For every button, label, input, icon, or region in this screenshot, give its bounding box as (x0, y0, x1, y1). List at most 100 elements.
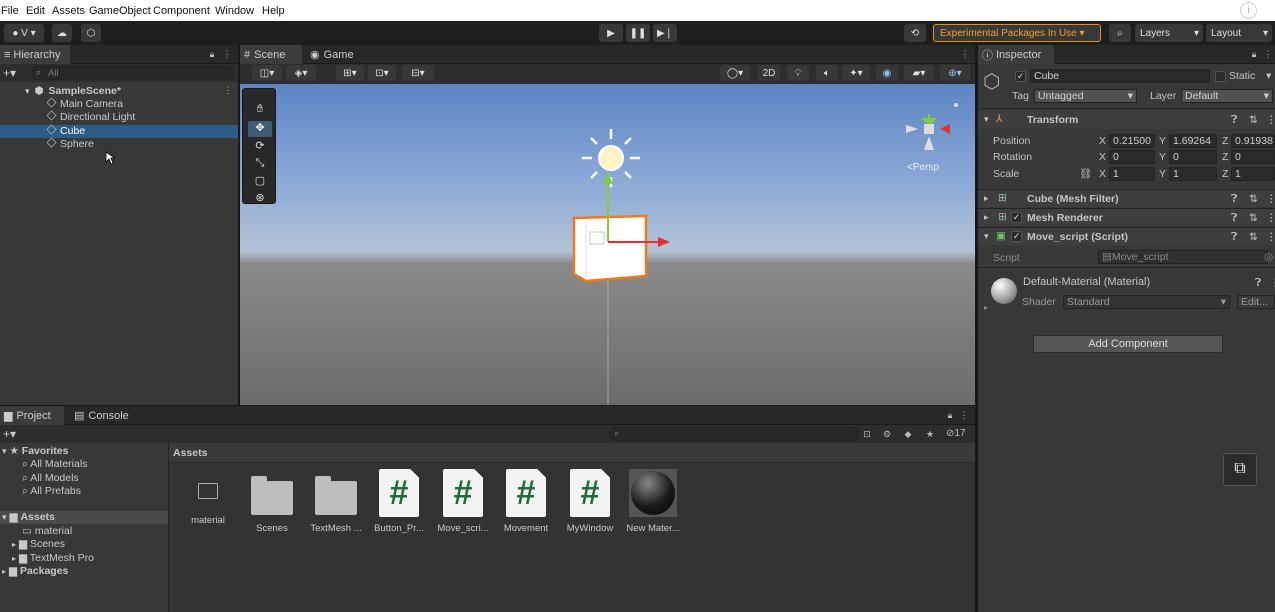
filter-label-icon[interactable]: ◆ (903, 429, 913, 439)
menu-component[interactable]: Component (153, 5, 210, 17)
filter-type-icon[interactable]: ⚙︎ (882, 429, 892, 439)
pause-button[interactable]: ❚❚ (626, 24, 650, 42)
hierarchy-item-main-camera[interactable]: Main Camera (0, 97, 238, 111)
tab-game[interactable]: ◉ Game (306, 45, 366, 64)
menu-help[interactable]: Help (262, 5, 285, 17)
experimental-packages-button[interactable]: Experimental Packages In Use ▾ (933, 24, 1101, 42)
scene-row[interactable]: ▾ ⬢ SampleScene* (0, 85, 238, 98)
component-more-icon[interactable]: ⋮ (1266, 212, 1275, 224)
menu-window[interactable]: Window (215, 5, 254, 17)
preset-icon[interactable]: ⇅ (1249, 114, 1258, 126)
static-checkbox[interactable] (1215, 71, 1226, 82)
hand-tool-icon[interactable]: ✋︎ (248, 103, 272, 119)
help-icon[interactable]: ❓︎ (1231, 114, 1237, 127)
component-more-icon[interactable]: ⋮ (1266, 114, 1275, 126)
more-icon[interactable]: ⋮ (960, 49, 970, 59)
menu-file[interactable]: File (1, 5, 19, 17)
lock-icon[interactable]: 🔒︎ (1249, 49, 1259, 59)
scale-y-field[interactable]: 1 (1169, 167, 1217, 181)
hidden-packages-count[interactable]: ⊘17 (946, 428, 966, 439)
snap-icon[interactable]: ⊡▾ (368, 65, 396, 81)
tab-scene[interactable]: # Scene (240, 45, 302, 64)
help-icon[interactable]: ❓︎ (1231, 231, 1237, 244)
hierarchy-item-directional-light[interactable]: Directional Light (0, 110, 238, 124)
lighting-icon[interactable]: 💡︎ (787, 65, 809, 81)
asset-breadcrumb[interactable]: Assets (173, 447, 207, 459)
audio-icon[interactable]: 🔈︎ (816, 65, 838, 81)
tab-project[interactable]: ▆ Project (0, 406, 64, 425)
mode-2d-button[interactable]: 2D (758, 65, 780, 81)
rotation-y-field[interactable]: 0 (1169, 150, 1217, 164)
fav-all-models[interactable]: ⌕ All Models (22, 472, 79, 485)
preset-icon[interactable]: ⇅ (1249, 231, 1258, 243)
rect-tool-icon[interactable]: ▢ (248, 174, 272, 190)
shading-icon[interactable]: ◈▾ (286, 65, 316, 81)
object-picker-icon[interactable]: ◎ (1264, 251, 1273, 263)
script-field[interactable]: ▤Move_script (1098, 250, 1268, 264)
selected-cube[interactable] (572, 214, 648, 283)
shader-edit-button[interactable]: Edit... (1237, 295, 1275, 309)
draw-mode-icon[interactable]: ◫▾ (252, 65, 282, 81)
constrain-proportions-icon[interactable]: ⛓︎ (1079, 167, 1092, 180)
hierarchy-item-cube[interactable]: Cube (0, 124, 238, 138)
rotation-z-field[interactable]: 0 (1231, 150, 1275, 164)
add-object-button[interactable]: +▾ (3, 66, 16, 80)
asset-move-script[interactable]: # Move_scri... (431, 469, 495, 534)
scale-z-field[interactable]: 1 (1231, 167, 1275, 181)
help-icon[interactable]: ❓︎ (1231, 212, 1237, 225)
asset-material-folder[interactable]: material (176, 475, 240, 526)
menu-assets[interactable]: Assets (52, 5, 85, 17)
increment-snap-icon[interactable]: ⊟▾ (402, 65, 434, 81)
create-asset-button[interactable]: +▾ (3, 427, 16, 441)
position-x-field[interactable]: 0.21500 (1109, 134, 1155, 148)
component-more-icon[interactable]: ⋮ (1270, 277, 1275, 289)
info-icon[interactable]: i (1240, 2, 1257, 19)
account-button[interactable]: ● V ▾ (4, 24, 44, 42)
static-dropdown-icon[interactable]: ▾ (1266, 70, 1271, 82)
orientation-gizmo[interactable] (900, 94, 970, 164)
menu-edit[interactable]: Edit (26, 5, 45, 17)
search-by-type-icon[interactable]: ⊡ (862, 429, 872, 439)
fav-all-materials[interactable]: ⌕ All Materials (22, 458, 87, 471)
tree-folder-material[interactable]: ▭ material (22, 525, 72, 538)
orientation-icon[interactable]: ◯▾ (720, 65, 750, 81)
add-component-button[interactable]: Add Component (1033, 335, 1223, 353)
tag-dropdown[interactable]: Untagged ▾ (1034, 89, 1137, 103)
visibility-icon[interactable]: ◉ (876, 65, 898, 81)
project-search-input[interactable]: ⌕ (609, 427, 859, 441)
rotate-tool-icon[interactable]: ⟳ (248, 139, 272, 155)
mesh-filter-header[interactable]: ▸ ⊞ Cube (Mesh Filter) ❓︎ ⇅ ⋮ (978, 189, 1275, 207)
layout-dropdown[interactable]: Layout ▾ (1206, 24, 1272, 42)
hierarchy-item-sphere[interactable]: Sphere (0, 137, 238, 151)
tab-hierarchy[interactable]: ≡ Hierarchy (0, 45, 70, 64)
step-button[interactable]: ▶❘ (653, 24, 677, 42)
lock-icon[interactable]: 🔒︎ (207, 49, 217, 59)
help-icon[interactable]: ❓︎ (1231, 193, 1237, 206)
history-icon[interactable]: ⟲ (904, 24, 926, 42)
preset-icon[interactable]: ⇅ (1249, 212, 1258, 224)
preset-icon[interactable]: ⇅ (1249, 193, 1258, 205)
layer-dropdown[interactable]: Default ▾ (1181, 89, 1273, 103)
object-name-field[interactable]: Cube (1030, 69, 1210, 83)
transform-header[interactable]: ▾ ⅄ Transform ❓︎ ⇅ ⋮ (978, 111, 1275, 129)
camera-icon[interactable]: ▰▾ (904, 65, 934, 81)
move-tool-icon[interactable]: ✥ (248, 121, 272, 137)
menu-gameobject[interactable]: GameObject (89, 5, 151, 17)
scale-tool-icon[interactable]: ⤡ (248, 157, 272, 173)
cloud-icon[interactable]: ☁ (52, 24, 72, 42)
assets-root-row[interactable]: ▾ ▆ Assets (0, 511, 168, 524)
shader-dropdown[interactable]: Standard ▾ (1063, 295, 1230, 309)
mesh-renderer-header[interactable]: ▸ ⊞ ✓ Mesh Renderer ❓︎ ⇅ ⋮ (978, 208, 1275, 226)
favorites-row[interactable]: ▾ ★ Favorites (0, 445, 168, 458)
asset-movement-script[interactable]: # Movement (494, 469, 558, 534)
perspective-label[interactable]: <Persp (907, 162, 939, 173)
tab-console[interactable]: ▤ Console (70, 406, 136, 425)
rotation-x-field[interactable]: 0 (1109, 150, 1155, 164)
position-y-field[interactable]: 1.69264 (1169, 134, 1217, 148)
asset-mywindow-script[interactable]: # MyWindow (558, 469, 622, 534)
component-more-icon[interactable]: ⋮ (1266, 193, 1275, 205)
position-z-field[interactable]: 0.91938 (1231, 134, 1275, 148)
effects-icon[interactable]: ✦▾ (842, 65, 870, 81)
scene-viewport[interactable]: ✋︎ ✥ ⟳ ⤡ ▢ ⊛ <Persp (240, 84, 975, 405)
more-icon[interactable]: ⋮ (959, 410, 969, 420)
